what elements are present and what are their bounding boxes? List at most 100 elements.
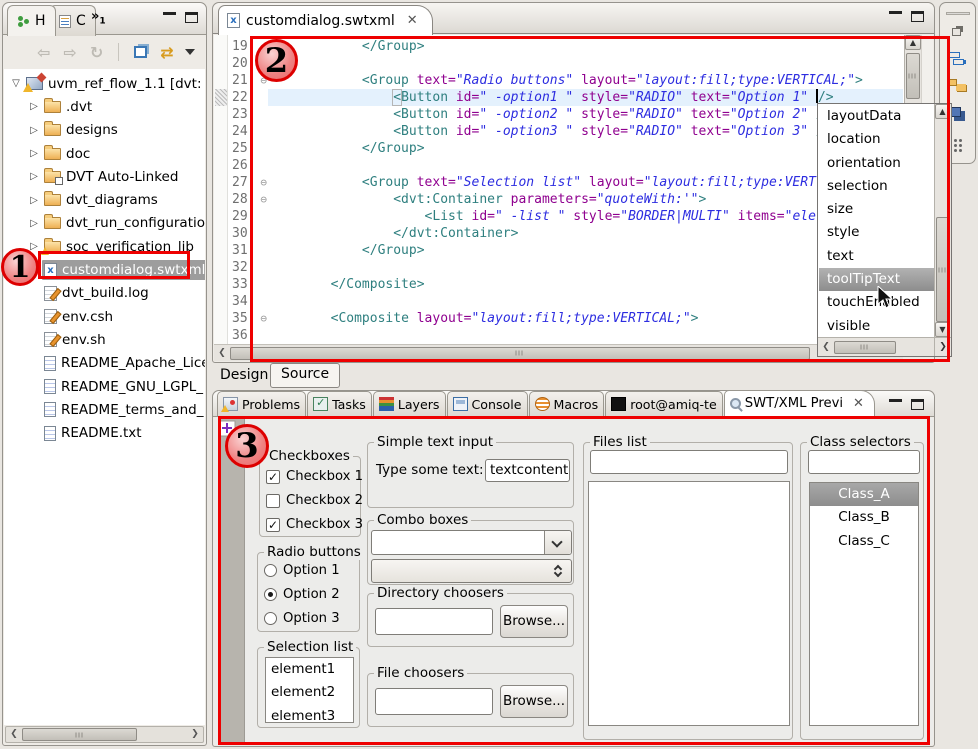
link-editor-icon[interactable]: ⇄	[160, 43, 171, 62]
browse-button[interactable]: Browse...	[500, 685, 568, 718]
tab-problems[interactable]: Problems	[217, 391, 306, 416]
sync-folder-icon[interactable]	[947, 79, 957, 86]
tree-item[interactable]: ▷doc	[4, 142, 205, 165]
scroll-thumb[interactable]	[22, 728, 137, 741]
scroll-left-icon[interactable]: ❮	[214, 346, 230, 361]
file-field[interactable]	[375, 688, 493, 715]
close-icon[interactable]: ✕	[853, 396, 864, 411]
tree-item[interactable]: ▷dvt_diagrams	[4, 188, 205, 211]
checkbox-row[interactable]: ✓Checkbox 1	[266, 469, 363, 484]
tree-item[interactable]: README.txt	[4, 421, 205, 444]
view-menu-icon[interactable]	[185, 49, 195, 55]
radio-row[interactable]: Option 1	[264, 563, 340, 578]
tab-tasks[interactable]: Tasks	[307, 391, 372, 416]
tab-overflow[interactable]: »1	[91, 9, 106, 27]
tab-root-amiq-te[interactable]: root@amiq-te	[605, 391, 723, 416]
tree-item[interactable]: env.sh	[4, 328, 205, 351]
scroll-up-icon[interactable]: ▲	[905, 35, 921, 50]
radio-button[interactable]	[264, 588, 277, 601]
list-item[interactable]: Class_B	[810, 506, 918, 529]
editor-hscrollbar[interactable]: ❮	[214, 344, 903, 361]
scroll-up-icon[interactable]: ▲	[935, 104, 950, 119]
minimize-button[interactable]	[163, 12, 176, 21]
popup-hscrollbar[interactable]: ❮	[818, 337, 934, 356]
tree-item[interactable]: README_GNU_LGPL_	[4, 375, 205, 398]
tree-item[interactable]: dvt_build.log	[4, 282, 205, 305]
class-filter-field[interactable]	[808, 450, 920, 474]
tab-source[interactable]: Source	[270, 363, 340, 388]
scroll-thumb[interactable]	[230, 347, 810, 360]
expander-icon[interactable]: ▷	[26, 125, 42, 136]
strip-handle[interactable]	[946, 12, 970, 15]
radio-row[interactable]: Option 2	[264, 587, 340, 602]
tree-item-root[interactable]: ▽uvm_ref_flow_1.1 [dvt: v	[4, 72, 205, 95]
radio-button[interactable]	[264, 564, 277, 577]
list-item[interactable]: Class_A	[810, 483, 918, 506]
tree-item[interactable]: ▷designs	[4, 119, 205, 142]
tree-hscrollbar[interactable]: ❮ ❯	[5, 726, 204, 743]
tab-macros[interactable]: Macros	[529, 391, 605, 416]
autocomplete-item[interactable]: visible	[819, 315, 934, 337]
list-item[interactable]: Class_C	[810, 530, 918, 553]
tab-design[interactable]: Design	[220, 367, 268, 383]
scroll-thumb[interactable]	[906, 53, 920, 99]
popup-vscrollbar[interactable]: ▲ ▼	[934, 104, 951, 337]
selection-list[interactable]: element1element2element3	[265, 657, 354, 723]
autocomplete-item[interactable]: location	[819, 128, 934, 151]
editor-maximize-button[interactable]	[911, 11, 924, 22]
editor-minimize-button[interactable]	[889, 11, 902, 20]
forward-icon[interactable]: ⇨	[63, 43, 76, 62]
combo-box[interactable]	[371, 530, 572, 555]
autocomplete-item[interactable]: size	[819, 198, 934, 221]
tree-item[interactable]: ▷dvt_run_configuration	[4, 212, 205, 235]
collapse-all-icon[interactable]	[134, 46, 147, 58]
checkbox[interactable]: ✓	[266, 518, 280, 532]
combo-box-readonly[interactable]	[371, 559, 572, 583]
refresh-icon[interactable]: ↻	[90, 43, 103, 62]
files-filter-field[interactable]	[590, 450, 788, 474]
browse-button[interactable]: Browse...	[500, 605, 568, 638]
tab-layers[interactable]: Layers	[373, 391, 446, 416]
tree-item[interactable]: ▷DVT Auto-Linked	[4, 165, 205, 188]
checkbox-row[interactable]: ✓Checkbox 3	[266, 517, 363, 532]
autocomplete-item[interactable]: selection	[819, 175, 934, 198]
radio-row[interactable]: Option 3	[264, 611, 340, 626]
autocomplete-item[interactable]: layoutData	[819, 105, 934, 128]
maximize-button[interactable]	[185, 12, 198, 23]
checkbox-row[interactable]: Checkbox 2	[266, 493, 363, 508]
radio-button[interactable]	[264, 612, 277, 625]
expander-icon[interactable]: ▷	[26, 101, 42, 112]
list-item[interactable]: element1	[266, 658, 353, 681]
combo-dropdown-button[interactable]	[544, 531, 571, 554]
close-icon[interactable]: ✕	[407, 13, 418, 28]
expander-icon[interactable]: ▽	[8, 78, 24, 89]
scroll-right-icon[interactable]: ❯	[934, 337, 951, 356]
bottom-maximize-button[interactable]	[911, 399, 924, 410]
tree-item[interactable]: README_Apache_Lice	[4, 352, 205, 375]
tree-item[interactable]: ▷.dvt	[4, 95, 205, 118]
scroll-right-icon[interactable]: ❯	[187, 727, 203, 742]
code-area[interactable]: </Group> <Group text="Radio buttons" lay…	[268, 38, 903, 346]
scroll-left-icon[interactable]: ❮	[818, 340, 834, 355]
list-item[interactable]: element3	[266, 705, 353, 728]
directory-field[interactable]	[375, 608, 493, 635]
text-input-field[interactable]: textcontent	[485, 459, 570, 482]
editor-tab[interactable]: x customdialog.swtxml ✕	[218, 5, 433, 35]
checkbox[interactable]: ✓	[266, 470, 280, 484]
outline-view-icon[interactable]	[949, 51, 965, 65]
tab-hierarchy[interactable]: H	[7, 5, 56, 36]
bottom-minimize-button[interactable]	[889, 399, 902, 408]
tree-item[interactable]: env.csh	[4, 305, 205, 328]
tree-item[interactable]: README_terms_and_	[4, 398, 205, 421]
expander-icon[interactable]: ▷	[26, 171, 42, 182]
expander-icon[interactable]: ▷	[26, 148, 42, 159]
scroll-thumb[interactable]	[834, 341, 896, 354]
list-item[interactable]: element2	[266, 681, 353, 704]
expander-icon[interactable]: ▷	[26, 218, 42, 229]
autocomplete-item[interactable]: text	[819, 245, 934, 268]
back-icon[interactable]: ⇦	[37, 43, 50, 62]
autocomplete-item[interactable]: style	[819, 221, 934, 244]
scroll-thumb[interactable]	[936, 217, 950, 322]
tab-console[interactable]: Console	[447, 391, 528, 416]
class-list[interactable]: Class_AClass_BClass_C	[809, 482, 919, 726]
